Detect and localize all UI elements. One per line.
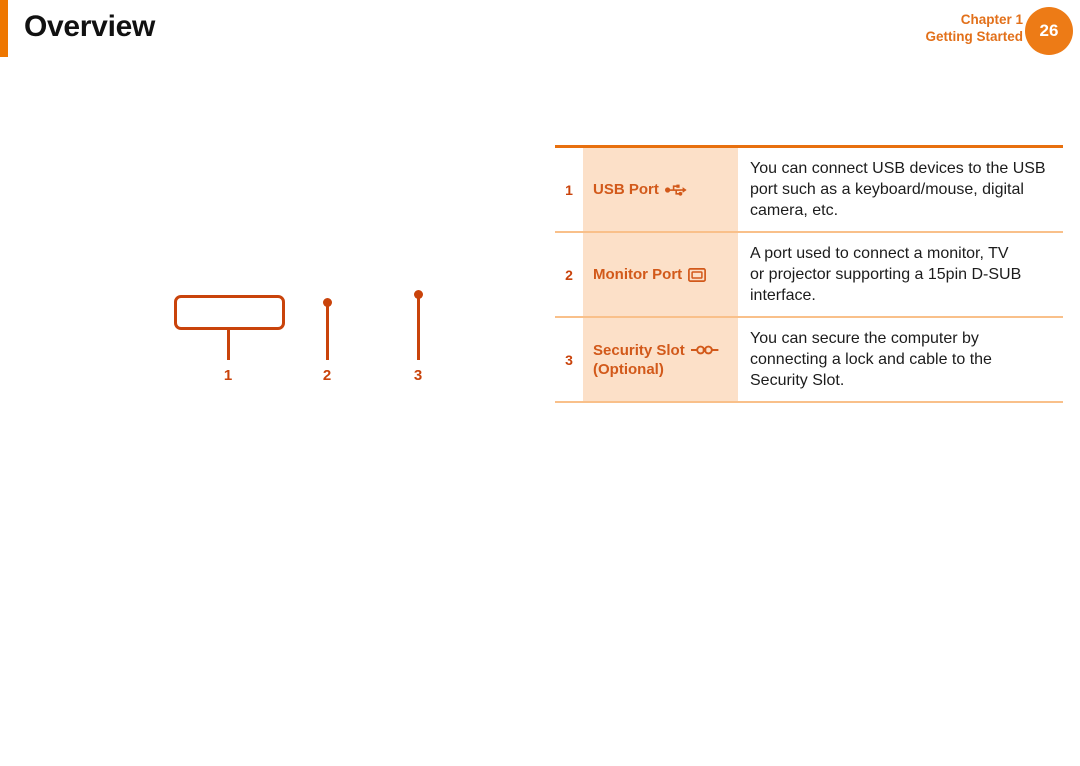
row-label-extra: (Optional) — [593, 360, 664, 378]
row-description-line: You can connect USB devices to the USB — [750, 160, 1046, 177]
row-label-cell: Monitor Port — [583, 233, 738, 316]
row-description-cell: You can secure the computer by connectin… — [738, 318, 1063, 401]
monitor-port-icon — [688, 267, 707, 282]
row-description-line: interface. — [750, 287, 816, 304]
callout-leader-line-2 — [326, 303, 329, 360]
row-label-line: USB Port — [593, 180, 738, 199]
row-label-text: Monitor Port — [593, 266, 683, 283]
table-row: 2 Monitor Port A port used to connect a … — [555, 233, 1063, 318]
row-description-cell: A port used to connect a monitor, TV or … — [738, 233, 1063, 316]
row-description-line: Security Slot. — [750, 372, 845, 389]
row-description-line: camera, etc. — [750, 202, 839, 219]
row-label-cell: USB Port — [583, 148, 738, 231]
page-number-badge: 26 — [1025, 7, 1073, 55]
row-description-cell: You can connect USB devices to the USB p… — [738, 148, 1063, 231]
header-chapter-info: Chapter 1 Getting Started — [925, 11, 1023, 45]
callout-number-2: 2 — [322, 367, 332, 384]
row-description-line: A port used to connect a monitor, TV — [750, 245, 1009, 262]
row-description-line: port such as a keyboard/mouse, digital — [750, 181, 1024, 198]
callout-highlight-box-1 — [174, 295, 285, 330]
security-slot-chain-icon — [690, 344, 719, 356]
row-description-line: connecting a lock and cable to the — [750, 351, 992, 368]
row-number-cell: 1 — [555, 148, 583, 231]
callout-diagram: 1 2 3 — [0, 0, 545, 766]
row-number-cell: 2 — [555, 233, 583, 316]
row-label-text: USB Port — [593, 181, 659, 198]
row-description-line: You can secure the computer by — [750, 330, 979, 347]
row-description-line: or projector supporting a 15pin D-SUB — [750, 266, 1022, 283]
callout-dot-2 — [323, 298, 332, 307]
callout-leader-line-3 — [417, 295, 420, 360]
header-chapter-label: Chapter 1 — [960, 12, 1023, 27]
row-label-cell: Security Slot (Optional) — [583, 318, 738, 401]
port-specification-table: 1 USB Port You can connect USB devices t… — [555, 145, 1063, 403]
row-label-line: Monitor Port — [593, 265, 738, 284]
callout-dot-3 — [414, 290, 423, 299]
header-section-label: Getting Started — [925, 29, 1023, 44]
callout-number-3: 3 — [413, 367, 423, 384]
table-row: 1 USB Port You can connect USB devices t… — [555, 148, 1063, 233]
usb-icon — [664, 183, 687, 197]
callout-number-1: 1 — [223, 367, 233, 384]
callout-leader-line-1 — [227, 327, 230, 360]
row-label-text: Security Slot — [593, 341, 685, 359]
row-label-line: Security Slot — [593, 341, 738, 360]
row-number-cell: 3 — [555, 318, 583, 401]
table-row: 3 Security Slot (Optional) You can secur… — [555, 318, 1063, 403]
